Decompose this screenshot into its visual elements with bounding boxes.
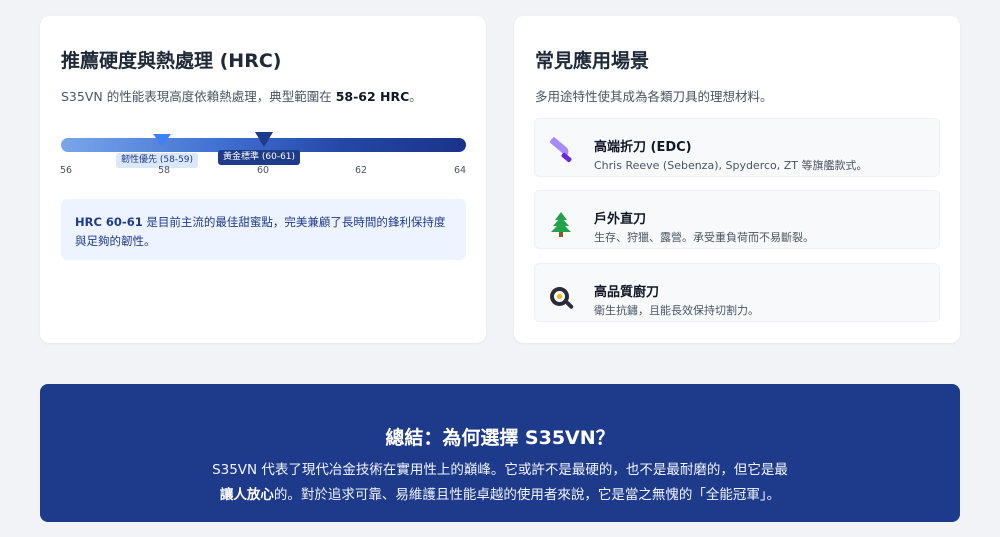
knife-icon — [547, 136, 575, 166]
summary-banner: 總結：為何選擇 S35VN？ S35VN 代表了現代冶金技術在實用性上的巔峰。它… — [40, 384, 960, 522]
standard-marker-icon — [255, 132, 273, 147]
summary-line-2-rest: 的。對於追求可靠、易維護且性能卓越的使用者來說，它是當之無愧的「全能冠軍」。 — [273, 487, 781, 503]
tree-icon — [547, 210, 575, 238]
hardness-card: 推薦硬度與熱處理 (HRC) S35VN 的性能表現高度依賴熱處理，典型範圍在 … — [40, 16, 486, 343]
scale-tick: 58 — [157, 165, 171, 176]
scenario-title: 戶外直刀 — [594, 212, 647, 227]
hardness-title: 推薦硬度與熱處理 (HRC) — [61, 50, 282, 72]
scale-tick: 56 — [59, 165, 73, 176]
scenario-desc: Chris Reeve (Sebenza), Spyderco, ZT 等旗艦款… — [594, 159, 868, 172]
scenario-item-kitchen: 高品質廚刀 衛生抗鏽，且能長效保持切割力。 — [534, 263, 940, 322]
summary-highlight: 讓人放心 — [219, 487, 274, 503]
summary-title: 總結：為何選擇 S35VN？ — [385, 427, 615, 449]
scenario-title: 高品質廚刀 — [594, 285, 660, 300]
hardness-subtitle-prefix: S35VN 的性能表現高度依賴熱處理，典型範圍在 — [61, 89, 336, 104]
hardness-note: HRC 60-61 是目前主流的最佳甜蜜點，完美兼顧了長時間的鋒利保持度與足夠的… — [61, 199, 466, 260]
scale-tick: 60 — [256, 165, 270, 176]
scale-tick: 62 — [354, 165, 368, 176]
hardness-range: 58-62 HRC — [335, 89, 410, 104]
toughness-marker-icon — [153, 134, 171, 146]
hardness-subtitle: S35VN 的性能表現高度依賴熱處理，典型範圍在 58-62 HRC。 — [61, 86, 422, 105]
standard-marker-label: 黃金標準 (60-61) — [218, 150, 301, 165]
scenarios-title: 常見應用場景 — [535, 50, 650, 72]
scenario-item-outdoor: 戶外直刀 生存、狩獵、露營。承受重負荷而不易斷裂。 — [534, 190, 940, 249]
hardness-scale: 韌性優先 (58-59) 黃金標準 (60-61) 56 58 60 62 64 — [59, 132, 467, 182]
scenario-title: 高端折刀 (EDC) — [594, 140, 692, 155]
scenarios-card: 常見應用場景 多用途特性使其成為各類刀具的理想材料。 高端折刀 (EDC) Ch… — [514, 16, 960, 343]
summary-line-2: 讓人放心的。對於追求可靠、易維護且性能卓越的使用者來說，它是當之無愧的「全能冠軍… — [40, 483, 960, 503]
scenario-desc: 生存、狩獵、露營。承受重負荷而不易斷裂。 — [594, 231, 814, 244]
hardness-subtitle-suffix: 。 — [409, 89, 422, 104]
scenarios-subtitle: 多用途特性使其成為各類刀具的理想材料。 — [535, 89, 773, 104]
scale-tick: 64 — [453, 165, 467, 176]
note-highlight: HRC 60-61 — [75, 215, 143, 229]
frying-pan-icon — [547, 283, 575, 311]
scenario-desc: 衛生抗鏽，且能長效保持切割力。 — [594, 304, 759, 317]
summary-line-1: S35VN 代表了現代冶金技術在實用性上的巔峰。它或許不是最硬的，也不是最耐磨的… — [212, 462, 788, 478]
scenario-item-edc: 高端折刀 (EDC) Chris Reeve (Sebenza), Spyder… — [534, 118, 940, 177]
